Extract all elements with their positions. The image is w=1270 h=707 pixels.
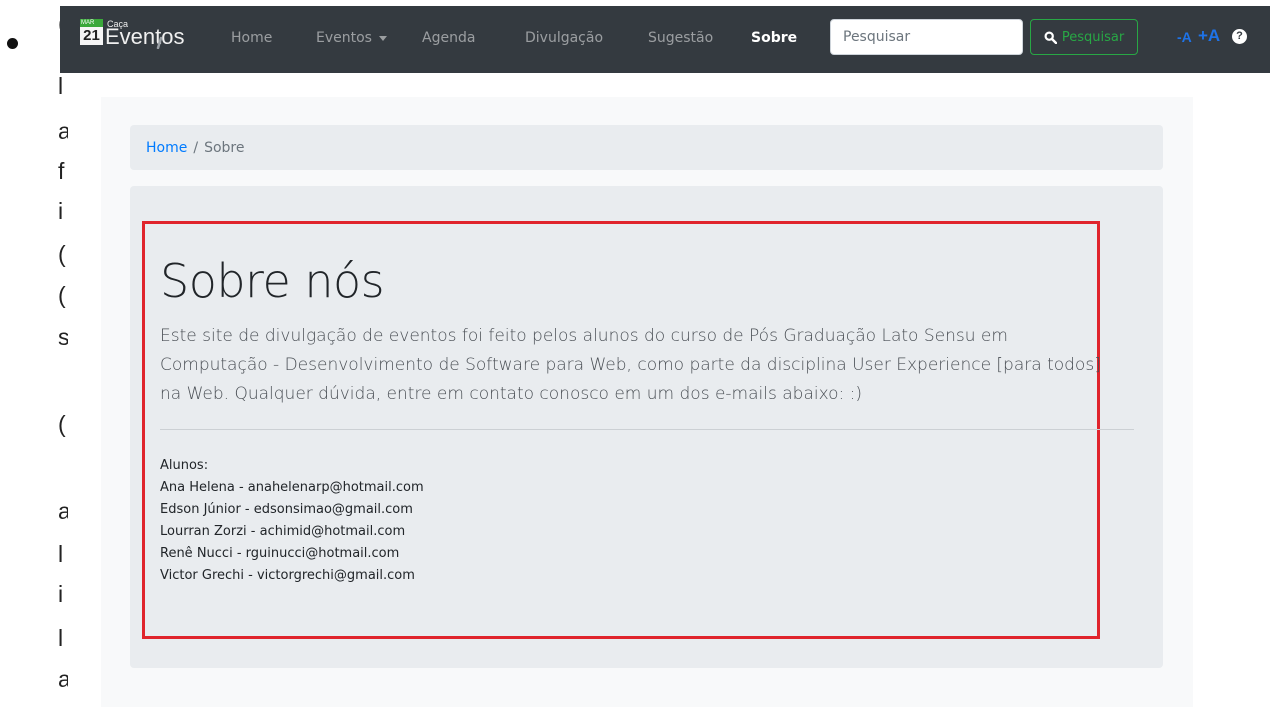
calendar-icon: MAR 21 [80, 19, 103, 45]
students-list: Alunos: Ana Helena - anahelenarp@hotmail… [160, 455, 424, 587]
document-text-strip: ( l a f i ( ( s ( a l i l a [58, 0, 68, 707]
nav-sobre[interactable]: Sobre [751, 30, 797, 46]
doc-char: l [58, 625, 64, 651]
student-contact: Renê Nucci - rguinucci@hotmail.com [160, 546, 400, 561]
magnifier-icon [156, 36, 163, 49]
doc-char: a [58, 498, 68, 524]
about-description: Este site de divulgação de eventos foi f… [160, 326, 1101, 404]
search-button-label: Pesquisar [1061, 29, 1125, 45]
nav-agenda[interactable]: Agenda [422, 30, 475, 46]
caret-down-icon [378, 35, 387, 41]
logo-big-text: Eventos [105, 24, 185, 49]
search-icon [1044, 30, 1057, 44]
nav-sugestao[interactable]: Sugestão [648, 30, 713, 46]
students-label: Alunos: [160, 458, 209, 473]
doc-char: ( [58, 411, 66, 437]
doc-char: a [58, 118, 68, 144]
student-contact: Edson Júnior - edsonsimao@gmail.com [160, 502, 413, 517]
help-icon[interactable]: ? [1232, 29, 1247, 44]
doc-char: ( [58, 282, 66, 308]
doc-char: l [58, 73, 64, 99]
student-contact: Lourran Zorzi - achimid@hotmail.com [160, 524, 406, 539]
nav-eventos-dropdown[interactable]: Eventos [316, 30, 387, 46]
font-increase-button[interactable]: +A [1198, 26, 1220, 46]
doc-char: ( [58, 241, 66, 267]
nav-divulgacao[interactable]: Divulgação [525, 30, 603, 46]
student-contact: Victor Grechi - victorgrechi@gmail.com [160, 568, 415, 583]
breadcrumb-home-link[interactable]: Home [146, 140, 187, 156]
breadcrumb: Home / Sobre [130, 125, 1163, 170]
nav-home[interactable]: Home [231, 30, 272, 46]
doc-char: i [58, 581, 64, 607]
divider [160, 429, 1134, 430]
doc-char: f [58, 158, 65, 184]
top-navbar: MAR 21 Caça Eventos Home Eventos Agenda … [60, 6, 1270, 73]
calendar-day: 21 [80, 27, 103, 45]
doc-char: s [58, 324, 68, 350]
doc-char: i [58, 198, 64, 224]
calendar-month: MAR [80, 19, 103, 27]
doc-char: a [58, 666, 68, 692]
breadcrumb-current: Sobre [204, 140, 245, 156]
nav-eventos-label: Eventos [316, 30, 372, 46]
student-contact: Ana Helena - anahelenarp@hotmail.com [160, 480, 424, 495]
search-input[interactable] [830, 19, 1023, 55]
site-logo[interactable]: MAR 21 Caça Eventos [80, 19, 198, 61]
font-decrease-button[interactable]: -A [1177, 29, 1192, 45]
search-button[interactable]: Pesquisar [1030, 19, 1138, 55]
breadcrumb-separator: / [193, 140, 199, 156]
doc-char: l [58, 541, 64, 567]
page-title: Sobre nós [160, 254, 385, 308]
bullet-dot [7, 38, 18, 49]
